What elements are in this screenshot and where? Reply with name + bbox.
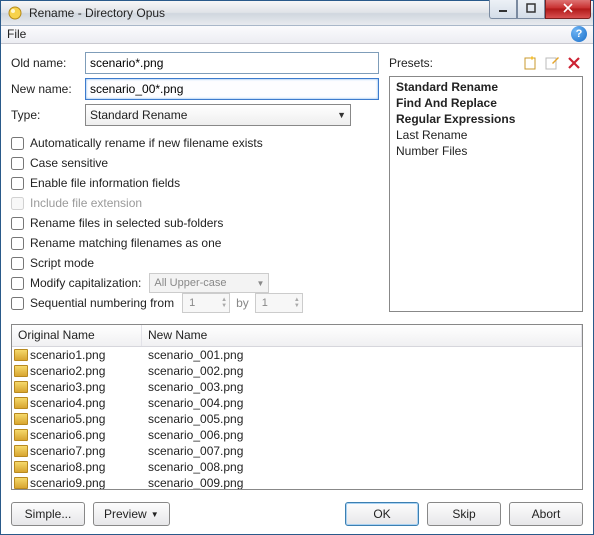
orig-name: scenario9.png <box>30 476 105 489</box>
menubar: File ? <box>1 26 593 44</box>
seq-by-spinner: 1▲▼ <box>255 293 303 313</box>
file-icon <box>14 429 28 441</box>
help-icon[interactable]: ? <box>571 26 587 42</box>
table-row[interactable]: scenario1.png scenario_001.png <box>12 347 582 363</box>
minimize-button[interactable] <box>489 0 517 19</box>
table-row[interactable]: scenario3.png scenario_003.png <box>12 379 582 395</box>
file-icon <box>14 381 28 393</box>
window-title: Rename - Directory Opus <box>29 6 489 20</box>
app-icon <box>7 5 23 21</box>
window-controls <box>489 0 591 19</box>
file-icon <box>14 365 28 377</box>
table-row[interactable]: scenario2.png scenario_002.png <box>12 363 582 379</box>
preview-button[interactable]: Preview▼ <box>93 502 170 526</box>
chk-script-mode[interactable]: Script mode <box>11 254 379 272</box>
chk-enable-info[interactable]: Enable file information fields <box>11 174 379 192</box>
preview-list: Original Name New Name scenario1.pngscen… <box>11 324 583 490</box>
preset-item[interactable]: Find And Replace <box>390 95 582 111</box>
table-row[interactable]: scenario8.png scenario_008.png <box>12 459 582 475</box>
simple-button[interactable]: Simple... <box>11 502 85 526</box>
new-name: scenario_006.png <box>142 428 582 442</box>
chk-seq-row: Sequential numbering from 1▲▼ by 1▲▼ <box>11 294 379 312</box>
content-area: Old name: New name: Type: Standard Renam… <box>1 44 593 534</box>
preset-new-icon[interactable] <box>521 54 539 72</box>
file-icon <box>14 445 28 457</box>
new-name: scenario_002.png <box>142 364 582 378</box>
col-new[interactable]: New Name <box>142 325 582 346</box>
new-name-label: New name: <box>11 82 79 96</box>
orig-name: scenario1.png <box>30 348 105 362</box>
seq-start-spinner: 1▲▼ <box>182 293 230 313</box>
chevron-down-icon: ▼ <box>337 110 346 120</box>
type-value: Standard Rename <box>90 108 187 122</box>
orig-name: scenario3.png <box>30 380 105 394</box>
seq-num-label: Sequential numbering from <box>30 296 174 310</box>
rename-window: Rename - Directory Opus File ? Old name:… <box>0 0 594 535</box>
chk-include-ext: Include file extension <box>11 194 379 212</box>
table-row[interactable]: scenario9.png scenario_009.png <box>12 475 582 489</box>
chk-rename-matching[interactable]: Rename matching filenames as one <box>11 234 379 252</box>
type-label: Type: <box>11 108 79 122</box>
abort-button[interactable]: Abort <box>509 502 583 526</box>
preview-body[interactable]: scenario1.pngscenario_001.pngscenario2.p… <box>12 347 582 489</box>
modify-cap-label: Modify capitalization: <box>30 276 141 290</box>
new-name-input[interactable] <box>85 78 379 100</box>
file-icon <box>14 477 28 489</box>
orig-name: scenario4.png <box>30 396 105 410</box>
ok-button[interactable]: OK <box>345 502 419 526</box>
file-icon <box>14 349 28 361</box>
old-name-input[interactable] <box>85 52 379 74</box>
new-name: scenario_005.png <box>142 412 582 426</box>
chevron-down-icon: ▼ <box>256 279 264 288</box>
menu-file[interactable]: File <box>7 27 26 41</box>
table-row[interactable]: scenario7.png scenario_007.png <box>12 443 582 459</box>
new-name: scenario_009.png <box>142 476 582 489</box>
button-bar: Simple... Preview▼ OK Skip Abort <box>11 502 583 526</box>
new-name: scenario_001.png <box>142 348 582 362</box>
preset-item[interactable]: Regular Expressions <box>390 111 582 127</box>
file-icon <box>14 461 28 473</box>
preset-item[interactable]: Last Rename <box>390 127 582 143</box>
orig-name: scenario6.png <box>30 428 105 442</box>
old-name-label: Old name: <box>11 56 79 70</box>
new-name: scenario_004.png <box>142 396 582 410</box>
table-row[interactable]: scenario5.png scenario_005.png <box>12 411 582 427</box>
chevron-down-icon: ▼ <box>151 510 159 519</box>
preset-edit-icon[interactable] <box>543 54 561 72</box>
new-name: scenario_003.png <box>142 380 582 394</box>
table-row[interactable]: scenario6.png scenario_006.png <box>12 427 582 443</box>
chk-seq-num[interactable] <box>11 297 24 310</box>
orig-name: scenario7.png <box>30 444 105 458</box>
modify-cap-select: All Upper-case▼ <box>149 273 269 293</box>
presets-list[interactable]: Standard RenameFind And ReplaceRegular E… <box>389 76 583 312</box>
close-button[interactable] <box>545 0 591 19</box>
new-name: scenario_007.png <box>142 444 582 458</box>
preset-item[interactable]: Standard Rename <box>390 79 582 95</box>
chk-modify-cap[interactable] <box>11 277 24 290</box>
chk-modify-cap-row: Modify capitalization: All Upper-case▼ <box>11 274 379 292</box>
file-icon <box>14 413 28 425</box>
chk-auto-rename[interactable]: Automatically rename if new filename exi… <box>11 134 379 152</box>
preset-delete-icon[interactable] <box>565 54 583 72</box>
preview-header: Original Name New Name <box>12 325 582 347</box>
type-select[interactable]: Standard Rename ▼ <box>85 104 351 126</box>
titlebar: Rename - Directory Opus <box>1 1 593 26</box>
col-original[interactable]: Original Name <box>12 325 142 346</box>
new-name: scenario_008.png <box>142 460 582 474</box>
orig-name: scenario2.png <box>30 364 105 378</box>
file-icon <box>14 397 28 409</box>
table-row[interactable]: scenario4.png scenario_004.png <box>12 395 582 411</box>
maximize-button[interactable] <box>517 0 545 19</box>
seq-by-label: by <box>236 296 249 310</box>
orig-name: scenario5.png <box>30 412 105 426</box>
presets-panel: Presets: Standard RenameFind And Replace… <box>389 52 583 312</box>
chk-rename-sub[interactable]: Rename files in selected sub-folders <box>11 214 379 232</box>
preset-item[interactable]: Number Files <box>390 143 582 159</box>
orig-name: scenario8.png <box>30 460 105 474</box>
chk-case-sensitive[interactable]: Case sensitive <box>11 154 379 172</box>
presets-label: Presets: <box>389 56 433 70</box>
skip-button[interactable]: Skip <box>427 502 501 526</box>
